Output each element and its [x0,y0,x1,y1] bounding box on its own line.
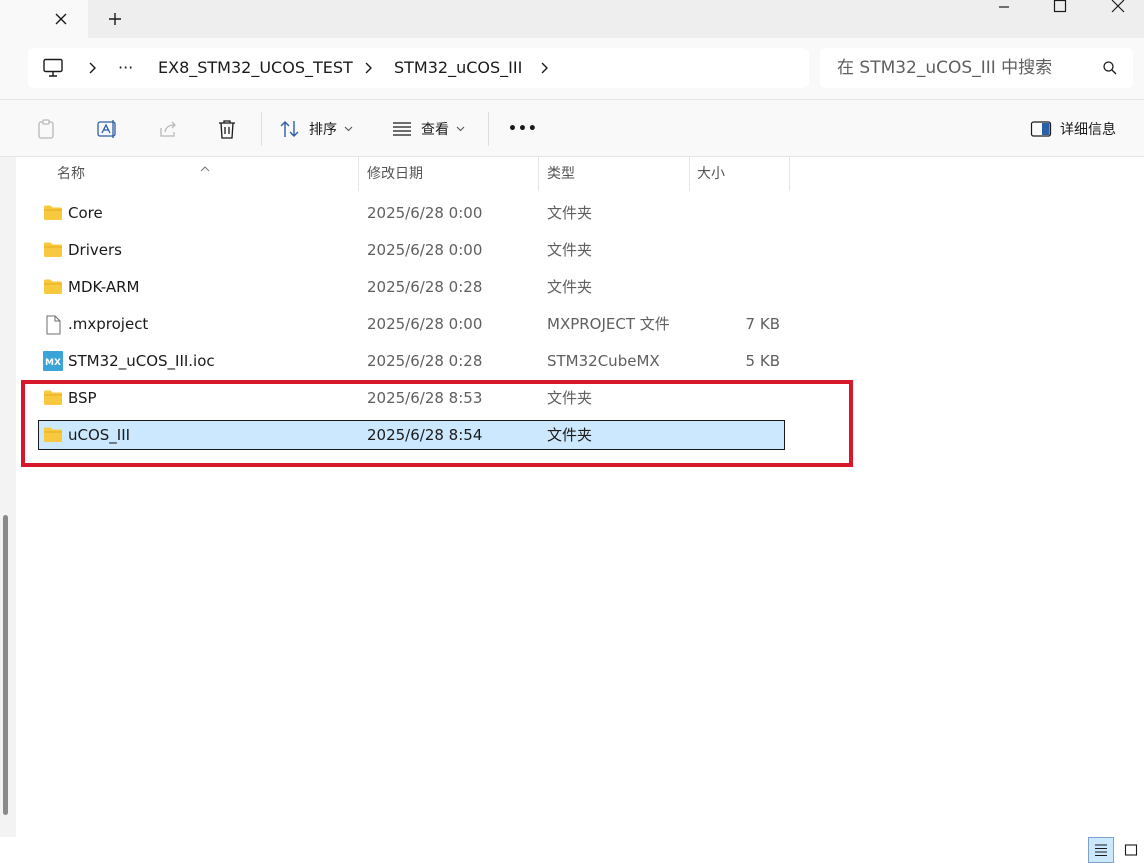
paste-icon[interactable] [35,118,57,140]
file-size: 5 KB [745,352,780,370]
address-row: ··· EX8_STM32_UCOS_TEST STM32_uCOS_III 在… [0,38,1144,99]
annotation-highlight-box [21,380,853,467]
close-tab-icon[interactable] [50,8,72,30]
view-icon [393,122,411,136]
sort-icon [280,121,299,137]
share-icon[interactable] [157,118,179,140]
file-date: 2025/6/28 0:00 [367,204,483,222]
file-size: 7 KB [745,315,780,333]
scrollbar-track[interactable] [0,157,16,837]
file-size [698,272,780,302]
more-options-button[interactable]: ••• [508,117,538,141]
column-divider[interactable] [689,157,690,191]
column-divider[interactable] [538,157,539,191]
sort-ascending-icon [200,157,210,176]
details-pane-label: 详细信息 [1060,122,1116,138]
file-date: 2025/6/28 0:28 [367,352,483,370]
chevron-right-icon[interactable] [538,60,550,80]
column-header-type[interactable]: 类型 [547,157,575,191]
file-icon [43,315,63,339]
file-type: 文件夹 [547,278,593,296]
new-tab-icon[interactable] [104,8,126,30]
minimize-icon[interactable] [984,0,1024,14]
toolbar-divider [261,112,262,146]
chevron-right-icon[interactable] [86,60,98,80]
file-name: .mxproject [68,315,149,333]
chevron-down-icon [456,126,465,132]
column-divider[interactable] [358,157,359,191]
file-size [698,198,780,228]
svg-text:MX: MX [45,358,61,368]
chevron-down-icon [344,126,353,132]
search-icon[interactable] [1102,60,1118,80]
file-type: 文件夹 [547,204,593,222]
this-pc-icon[interactable] [42,58,64,82]
file-name: MDK-ARM [68,278,140,296]
search-box[interactable]: 在 STM32_uCOS_III 中搜索 [820,48,1133,88]
command-bar: 排序 查看 ••• 详细信息 [0,99,1144,157]
file-type: MXPROJECT 文件 [547,315,670,333]
details-view-icon[interactable] [1088,837,1114,863]
rename-icon[interactable] [96,118,118,140]
folder-icon [43,241,63,262]
file-size [698,235,780,265]
file-row[interactable]: Drivers 2025/6/28 0:00 文件夹 [38,235,785,265]
column-header-size[interactable]: 大小 [697,157,725,191]
breadcrumb-overflow[interactable]: ··· [118,48,133,88]
maximize-icon[interactable] [1040,0,1080,14]
toolbar-divider [488,112,489,146]
search-placeholder[interactable]: 在 STM32_uCOS_III 中搜索 [837,48,1052,88]
file-date: 2025/6/28 0:28 [367,278,483,296]
breadcrumb-item[interactable]: EX8_STM32_UCOS_TEST [158,48,353,88]
column-divider[interactable] [789,157,790,191]
file-date: 2025/6/28 0:00 [367,241,483,259]
breadcrumb-item[interactable]: STM32_uCOS_III [394,48,522,88]
file-name: STM32_uCOS_III.ioc [68,352,215,370]
scrollbar-thumb[interactable] [3,515,8,815]
file-row[interactable]: .mxproject 2025/6/28 0:00 MXPROJECT 文件 7… [38,309,785,339]
file-type: STM32CubeMX [547,352,660,370]
sort-label: 排序 [309,122,337,138]
chevron-right-icon[interactable] [362,60,374,80]
file-date: 2025/6/28 0:00 [367,315,483,333]
details-pane-icon [1030,121,1052,137]
folder-icon [43,204,63,225]
folder-icon [43,278,63,299]
file-row[interactable]: MX STM32_uCOS_III.ioc 2025/6/28 0:28 STM… [38,346,785,376]
delete-icon[interactable] [216,118,238,140]
details-pane-button[interactable]: 详细信息 [1030,117,1116,141]
title-bar [0,0,1144,38]
file-row[interactable]: MDK-ARM 2025/6/28 0:28 文件夹 [38,272,785,302]
sort-button[interactable]: 排序 [279,117,353,141]
tab-current[interactable] [0,0,88,38]
column-header-name[interactable]: 名称 [57,157,85,191]
column-header-date[interactable]: 修改日期 [367,157,423,191]
view-label: 查看 [421,122,449,138]
stm32cubemx-icon: MX [43,351,63,375]
tiles-view-icon[interactable] [1118,837,1144,863]
file-type: 文件夹 [547,241,593,259]
file-name: Drivers [68,241,122,259]
close-window-icon[interactable] [1098,0,1138,14]
file-name: Core [68,204,103,222]
view-button[interactable]: 查看 [391,117,465,141]
address-bar[interactable]: ··· EX8_STM32_UCOS_TEST STM32_uCOS_III [28,48,809,88]
file-row[interactable]: Core 2025/6/28 0:00 文件夹 [38,198,785,228]
file-list: 名称 修改日期 类型 大小 Core 2025/6/28 0:00 文件夹 Dr… [0,157,1144,863]
